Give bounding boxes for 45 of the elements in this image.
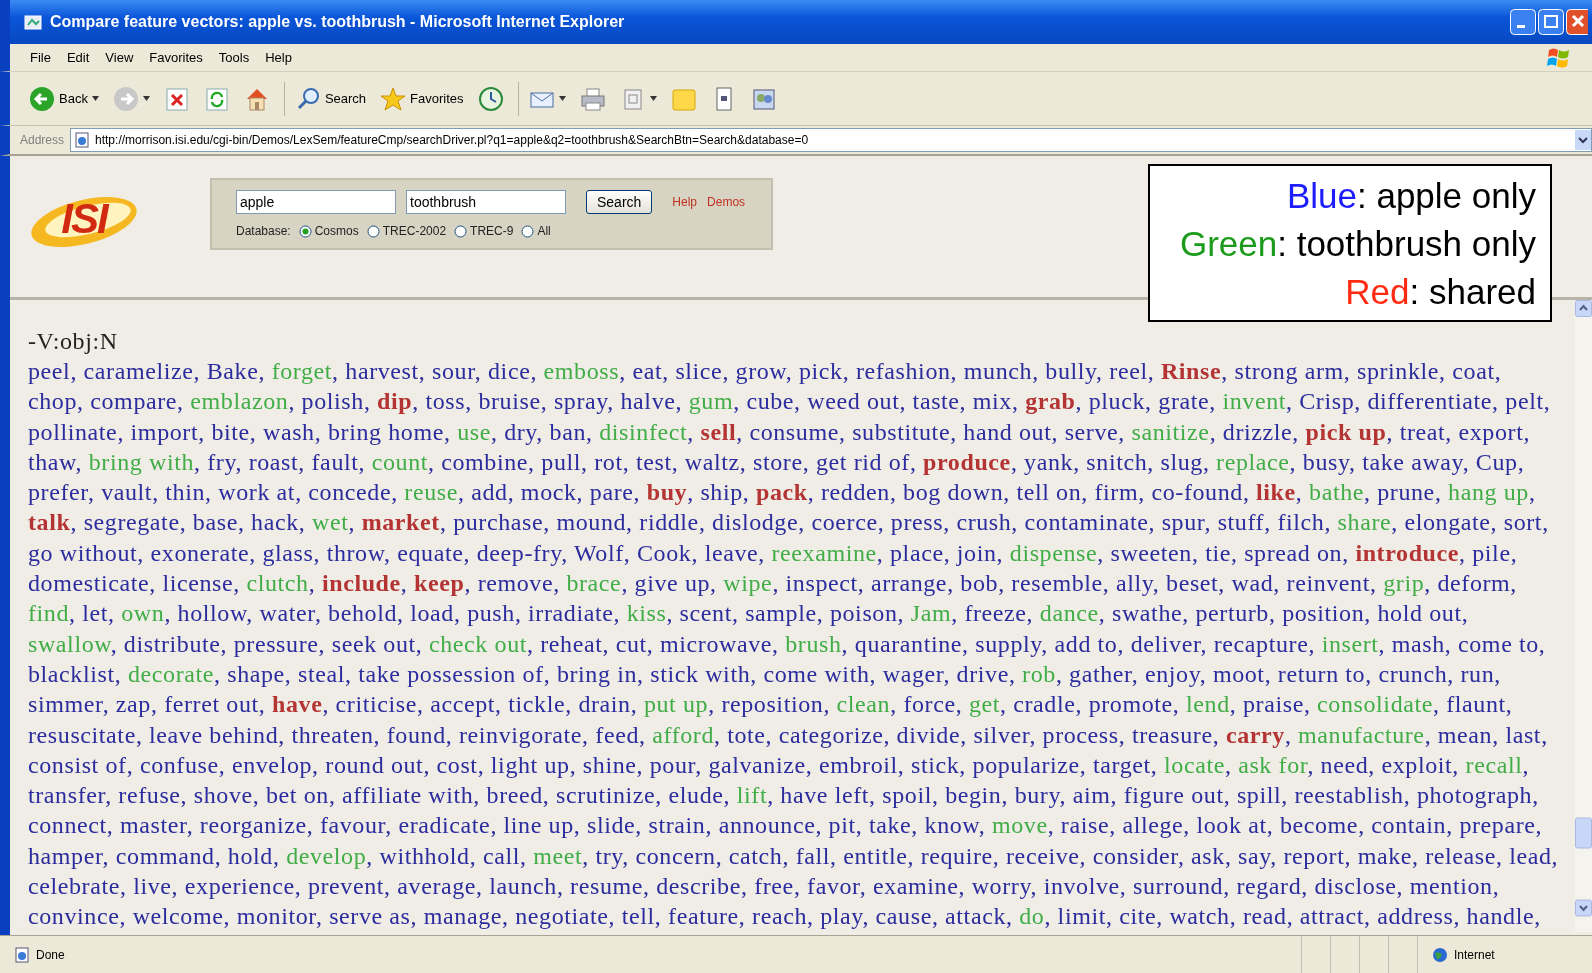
menu-item[interactable]: Favorites (143, 48, 209, 67)
refresh-icon (203, 85, 230, 112)
star-icon (380, 85, 407, 112)
link[interactable]: Help (672, 195, 698, 209)
menu-item[interactable]: File (24, 48, 57, 67)
menu-item[interactable]: Tools (212, 48, 256, 67)
window-title: Compare feature vectors: apple vs. toothbrush - Microsoft Internet Explorer (50, 13, 626, 31)
address-label: Address (20, 133, 65, 147)
menu-item[interactable]: Edit (60, 48, 96, 67)
caret-icon (649, 96, 657, 101)
globe-icon (1432, 946, 1448, 963)
radio-option[interactable]: Cosmos (298, 224, 359, 238)
address-field[interactable]: http://morrison.isi.edu/cgi-bin/Demos/LexSem/featureCmp/searchDriver.pl?q1=apple&q2=toothbrush&SearchBtn=Search&database=0 (70, 128, 1592, 152)
word-list: peel, caramelize, Bake, forget, harvest, sour, dice, emboss, eat, slice, grow, pick, refashion, munch, bully, reel, Rinse, strong arm, sprinkle, coat, chop, compare, emblazon, polish, dip, toss, bruise, spray, halve, gum, cube, weed out, taste, mix, grab, pluck, grate, invent, Crisp, differentiate, pelt, pollinate, import, bite, wash, bring home, use, dry, ban, disinfect, sell, consume, substitute, hand out, serve, sanitize, drizzle, pick up, treat, export, thaw, bring with, fry, roast, fault, count, combine, pull, rot, test, waltz, store, get rid of, produce, yank, snitch, slug, replace, busy, take away, Cup, prefer, vault, thin, work at, concede, reuse, add, mock, pare, buy, ship, pack, redden, bog down, tell on, firm, co-found, like, bathe, prune, hang up, talk, segregate, base, hack, wet, market, purchase, mound, riddle, dislodge, coerce, press, crush, contaminate, spur, stuff, filch, share, elongate, sort, go without, exonerate, glass, throw, equate, deep-fry, Wolf, Cook, leave, reexamine, place, join, dispense, sweeten, tie, spread on, introduce, pile, domesticate, license, clutch, include, keep, remove, brace, give up, wipe, inspect, arrange, bob, resemble, ally, beset, wad, reinvent, grip, deform, find, let, own, hollow, water, behold, load, push, irradiate, kiss, scent, sample, poison, Jam, freeze, dance, swathe, perturb, position, hold out, swallow, distribute, pressure, seek out, check out, reheat, cut, microwave, brush, quarantine, supply, add to, deliver, recapture, insert, mash, come to, blacklist, decorate, shape, steal, take possession of, bring in, stick with, come with, wager, drive, rob, gather, enjoy, moot, return to, crunch, run, simmer, zap, ferret out, have, criticise, accept, tickle, drain, put up, reposition, clean, force, get, cradle, promote, lend, praise, consolidate, flaunt, resuscitate, leave behind, threaten, found, reinvigorate, feed, afford, tote, categorize, divide, silver, process, treasure, carry, manufacture, mean, last, consist of, confuse, envelop, round out, cost, light up, shine, pour, galvanize, embroil, stick, popularize, target, locate, ask for, need, exploit, recall, transfer, refuse, shove, bet on, affiliate with, breed, scrutinize, elude, lift, have left, spoil, begin, bury, aim, figure out, spill, reestablish, photograph, connect, master, reorganize, favour, eradicate, line up, slide, strain, announce, pit, take, know, move, raise, allege, look at, become, contain, prepare, hamper, command, hold, develop, withhold, call, meet, try, concern, catch, fall, entitle, require, receive, consider, ask, say, report, make, release, lead, celebrate, live, experience, prevent, average, launch, resume, describe, free, favor, examine, worry, involve, surround, regard, disclose, mention, convince, welcome, monitor, serve as, manage, negotiate, tell, feature, reach, play, cause, attack, do, limit, cite, watch, read, attract, address, handle, (28, 356, 1575, 932)
legend-entry: Red: shared (1345, 271, 1536, 313)
link[interactable]: Demos (707, 195, 746, 209)
search-button[interactable]: Search (586, 190, 653, 214)
maximize-button[interactable] (1538, 9, 1564, 35)
database-label: Database: (236, 224, 291, 238)
close-button[interactable] (1566, 9, 1588, 35)
stop-icon (163, 85, 190, 112)
minimize-button[interactable] (1510, 9, 1536, 35)
radio-option[interactable]: TREC-2002 (366, 224, 447, 238)
caret-icon (142, 96, 150, 101)
status-text: Done (36, 947, 65, 962)
page-icon (74, 132, 91, 148)
radio-option[interactable]: TREC-9 (454, 224, 514, 238)
menu-item[interactable]: Help (259, 48, 298, 67)
toolbar-button[interactable]: Back (24, 82, 104, 115)
clock-icon (477, 85, 504, 112)
query-field[interactable]: toothbrush (406, 190, 566, 214)
printer-icon (579, 85, 606, 112)
menu-item[interactable]: View (99, 48, 140, 67)
query-field[interactable]: apple (236, 190, 396, 214)
caret-icon (558, 96, 566, 101)
toolbar-button[interactable]: Favorites (375, 82, 469, 115)
zone-text: Internet (1454, 947, 1495, 962)
caret-icon (91, 96, 99, 101)
radio-option[interactable]: All (521, 224, 551, 238)
section-heading: -V:obj:N (28, 327, 119, 356)
toolbar-button[interactable]: Search (289, 82, 372, 115)
legend-entry: Green: toothbrush only (1179, 223, 1536, 265)
page-icon (14, 946, 30, 963)
window-icon (24, 13, 42, 31)
legend-entry: Blue: apple only (1286, 175, 1536, 217)
